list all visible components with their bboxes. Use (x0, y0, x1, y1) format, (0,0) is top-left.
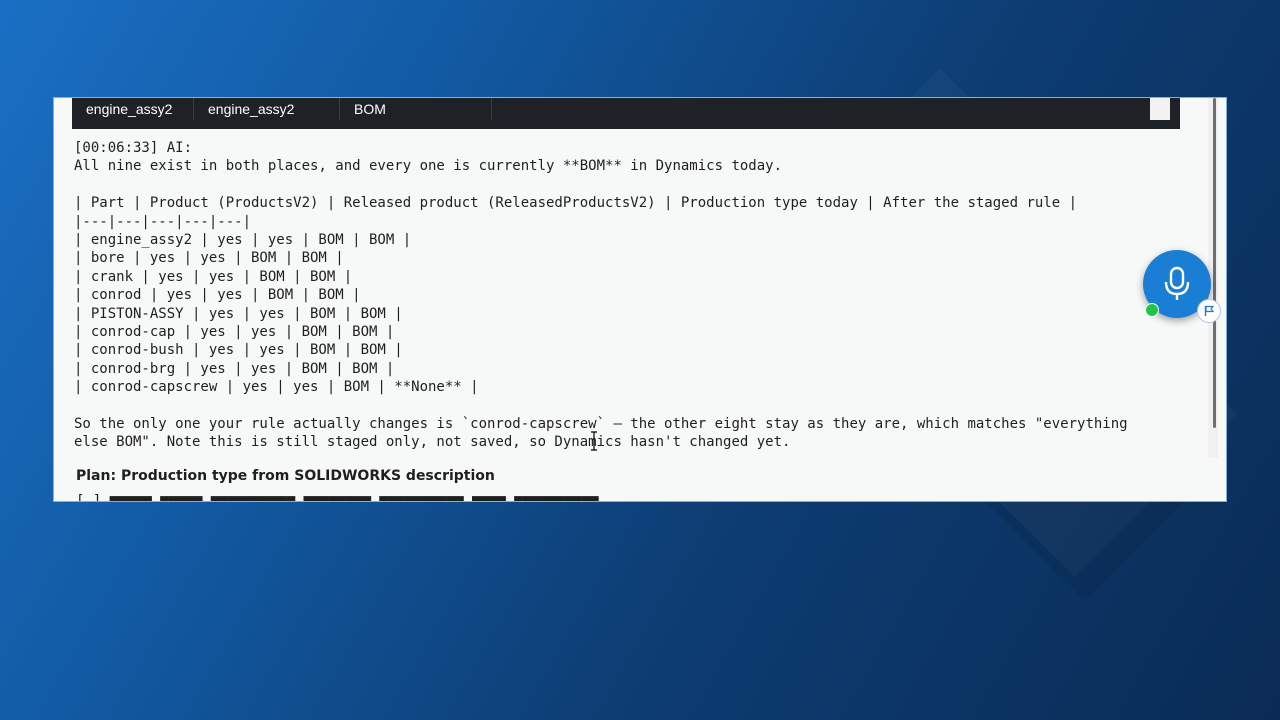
markdown-table-row: | bore | yes | yes | BOM | BOM | (74, 250, 344, 267)
flag-icon (1204, 305, 1215, 316)
table-cell-production-type: BOM (340, 98, 492, 120)
vertical-scrollbar-thumb[interactable] (1213, 98, 1216, 428)
markdown-table-row: | conrod-bush | yes | yes | BOM | BOM | (74, 342, 403, 359)
message-line: So the only one your rule actually chang… (74, 415, 1128, 432)
table-cell-part: engine_assy2 (72, 98, 194, 120)
markdown-table-row: | engine_assy2 | yes | yes | BOM | BOM | (74, 231, 412, 248)
message-line: All nine exist in both places, and every… (74, 158, 783, 175)
row-action-button[interactable] (1150, 98, 1170, 120)
table-row: engine_assy2 engine_assy2 BOM (72, 98, 1180, 129)
flag-button[interactable] (1197, 299, 1221, 323)
online-status-dot (1145, 303, 1159, 317)
table-cell-name: engine_assy2 (194, 98, 340, 120)
truncated-text-line: [ ] ▆▆▆▆▆ ▆▆▆▆▆ ▆▆▆▆▆▆▆▆▆▆ ▆▆▆▆▆▆▆▆ ▆▆▆▆… (76, 493, 599, 502)
markdown-table-row: | crank | yes | yes | BOM | BOM | (74, 268, 353, 285)
microphone-icon (1164, 266, 1190, 300)
markdown-table-row: | conrod | yes | yes | BOM | BOM | (74, 287, 361, 304)
markdown-table-row: | conrod-brg | yes | yes | BOM | BOM | (74, 360, 395, 377)
markdown-table-separator: |---|---|---|---|---| (74, 213, 252, 230)
plan-title: Plan: Production type from SOLIDWORKS de… (76, 468, 495, 484)
text-cursor-icon (591, 431, 597, 451)
markdown-table-row: | conrod-cap | yes | yes | BOM | BOM | (74, 323, 395, 340)
markdown-table-row: | conrod-capscrew | yes | yes | BOM | **… (74, 379, 479, 396)
chat-transcript-panel[interactable]: engine_assy2 engine_assy2 BOM [00:06:33]… (53, 97, 1227, 502)
message-line: else BOM". Note this is still staged onl… (74, 434, 791, 451)
ai-message: [00:06:33] AI: All nine exist in both pla… (74, 139, 1128, 452)
markdown-table-row: | PISTON-ASSY | yes | yes | BOM | BOM | (74, 305, 403, 322)
message-timestamp: [00:06:33] AI: (74, 140, 193, 156)
markdown-table-header: | Part | Product (ProductsV2) | Released… (74, 195, 1078, 212)
